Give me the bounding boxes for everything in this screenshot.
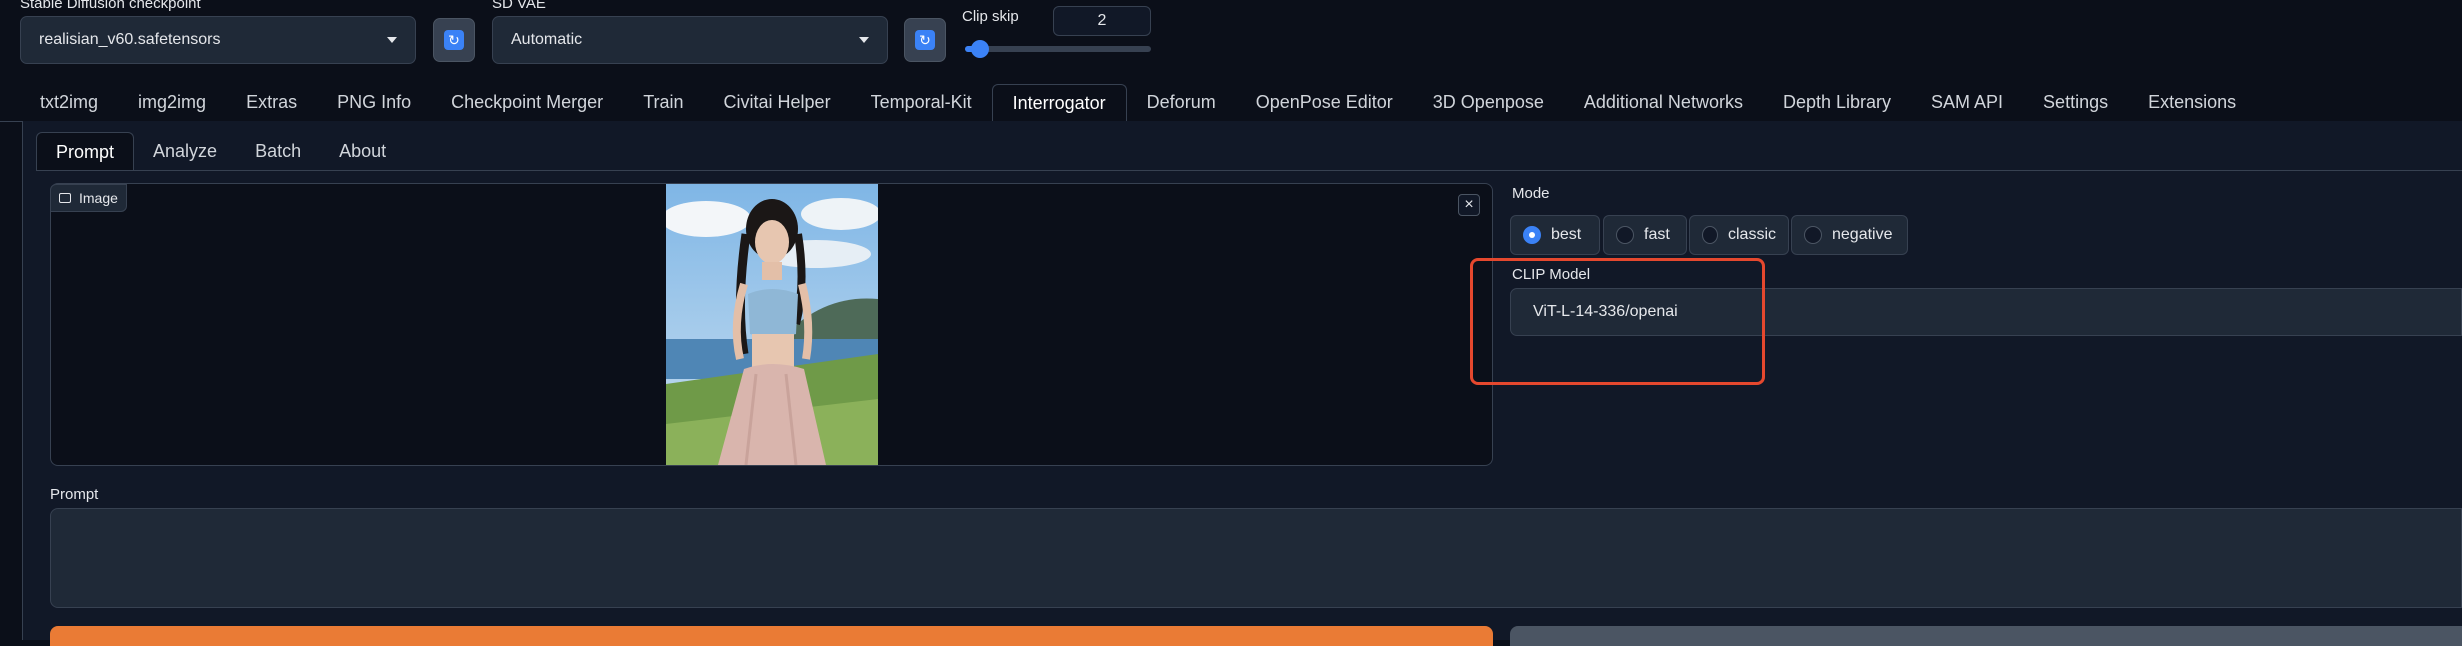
secondary-button[interactable] <box>1510 626 2462 646</box>
checkpoint-dropdown[interactable]: realisian_v60.safetensors <box>20 16 416 64</box>
tab-train[interactable]: Train <box>623 84 703 122</box>
tab-txt2img[interactable]: txt2img <box>20 84 118 122</box>
tab-settings[interactable]: Settings <box>2023 84 2128 122</box>
checkpoint-value: realisian_v60.safetensors <box>39 31 221 48</box>
image-label-badge: Image <box>50 184 127 212</box>
subtab-batch[interactable]: Batch <box>236 132 320 170</box>
subtab-prompt[interactable]: Prompt <box>36 132 135 170</box>
radio-icon <box>1702 226 1718 244</box>
refresh-icon: ↻ <box>915 30 935 50</box>
radio-icon <box>1804 226 1822 244</box>
sub-tabs: Prompt Analyze Batch About <box>36 132 405 170</box>
mode-option-classic[interactable]: classic <box>1689 215 1789 255</box>
tab-img2img[interactable]: img2img <box>118 84 226 122</box>
clip-skip-slider-thumb[interactable] <box>970 40 989 58</box>
highlight-annotation-box <box>1470 258 1765 385</box>
close-icon[interactable]: × <box>1458 194 1480 216</box>
image-label-text: Image <box>79 190 118 206</box>
tab-sam-api[interactable]: SAM API <box>1911 84 2023 122</box>
tab-temporal-kit[interactable]: Temporal-Kit <box>851 84 992 122</box>
mode-option-label: fast <box>1644 226 1670 243</box>
clip-skip-slider-track[interactable] <box>965 40 1151 58</box>
image-icon <box>59 193 71 203</box>
mode-option-fast[interactable]: fast <box>1603 215 1687 255</box>
tab-depth-library[interactable]: Depth Library <box>1763 84 1911 122</box>
checkpoint-label: Stable Diffusion checkpoint <box>20 0 201 12</box>
tab-checkpoint-merger[interactable]: Checkpoint Merger <box>431 84 623 122</box>
radio-selected-icon <box>1523 226 1541 244</box>
tab-civitai-helper[interactable]: Civitai Helper <box>704 84 851 122</box>
prompt-textarea[interactable] <box>50 508 2462 608</box>
interrogate-button[interactable] <box>50 626 1493 646</box>
photo-illustration <box>666 184 878 465</box>
clip-skip-number-input[interactable]: 2 <box>1053 6 1151 36</box>
tab-3d-openpose[interactable]: 3D Openpose <box>1413 84 1564 122</box>
uploaded-photo <box>666 184 878 465</box>
mode-label: Mode <box>1512 185 1550 202</box>
tab-openpose-editor[interactable]: OpenPose Editor <box>1236 84 1413 122</box>
vae-value: Automatic <box>511 31 583 48</box>
subtabs-divider <box>36 170 2462 171</box>
mode-option-label: classic <box>1727 226 1776 243</box>
vae-dropdown[interactable]: Automatic <box>492 16 888 64</box>
tab-additional-networks[interactable]: Additional Networks <box>1564 84 1763 122</box>
subtab-analyze[interactable]: Analyze <box>134 132 236 170</box>
chevron-down-icon <box>859 37 869 43</box>
refresh-checkpoint-button[interactable]: ↻ <box>433 18 475 62</box>
tab-extensions[interactable]: Extensions <box>2128 84 2256 122</box>
main-tabs: txt2img img2img Extras PNG Info Checkpoi… <box>20 84 2256 122</box>
subtab-about[interactable]: About <box>320 132 405 170</box>
chevron-down-icon <box>387 37 397 43</box>
refresh-vae-button[interactable]: ↻ <box>904 18 946 62</box>
tab-interrogator[interactable]: Interrogator <box>991 84 1127 122</box>
radio-icon <box>1616 226 1634 244</box>
mode-option-label: best <box>1551 226 1582 243</box>
mode-option-label: negative <box>1832 226 1893 243</box>
tab-extras[interactable]: Extras <box>226 84 317 122</box>
prompt-label: Prompt <box>50 486 99 503</box>
vae-label: SD VAE <box>492 0 546 12</box>
mode-option-best[interactable]: best <box>1510 215 1600 255</box>
clip-skip-label: Clip skip <box>962 8 1019 25</box>
tab-deforum[interactable]: Deforum <box>1127 84 1236 122</box>
tab-png-info[interactable]: PNG Info <box>317 84 431 122</box>
mode-option-negative[interactable]: negative <box>1791 215 1908 255</box>
refresh-icon: ↻ <box>444 30 464 50</box>
